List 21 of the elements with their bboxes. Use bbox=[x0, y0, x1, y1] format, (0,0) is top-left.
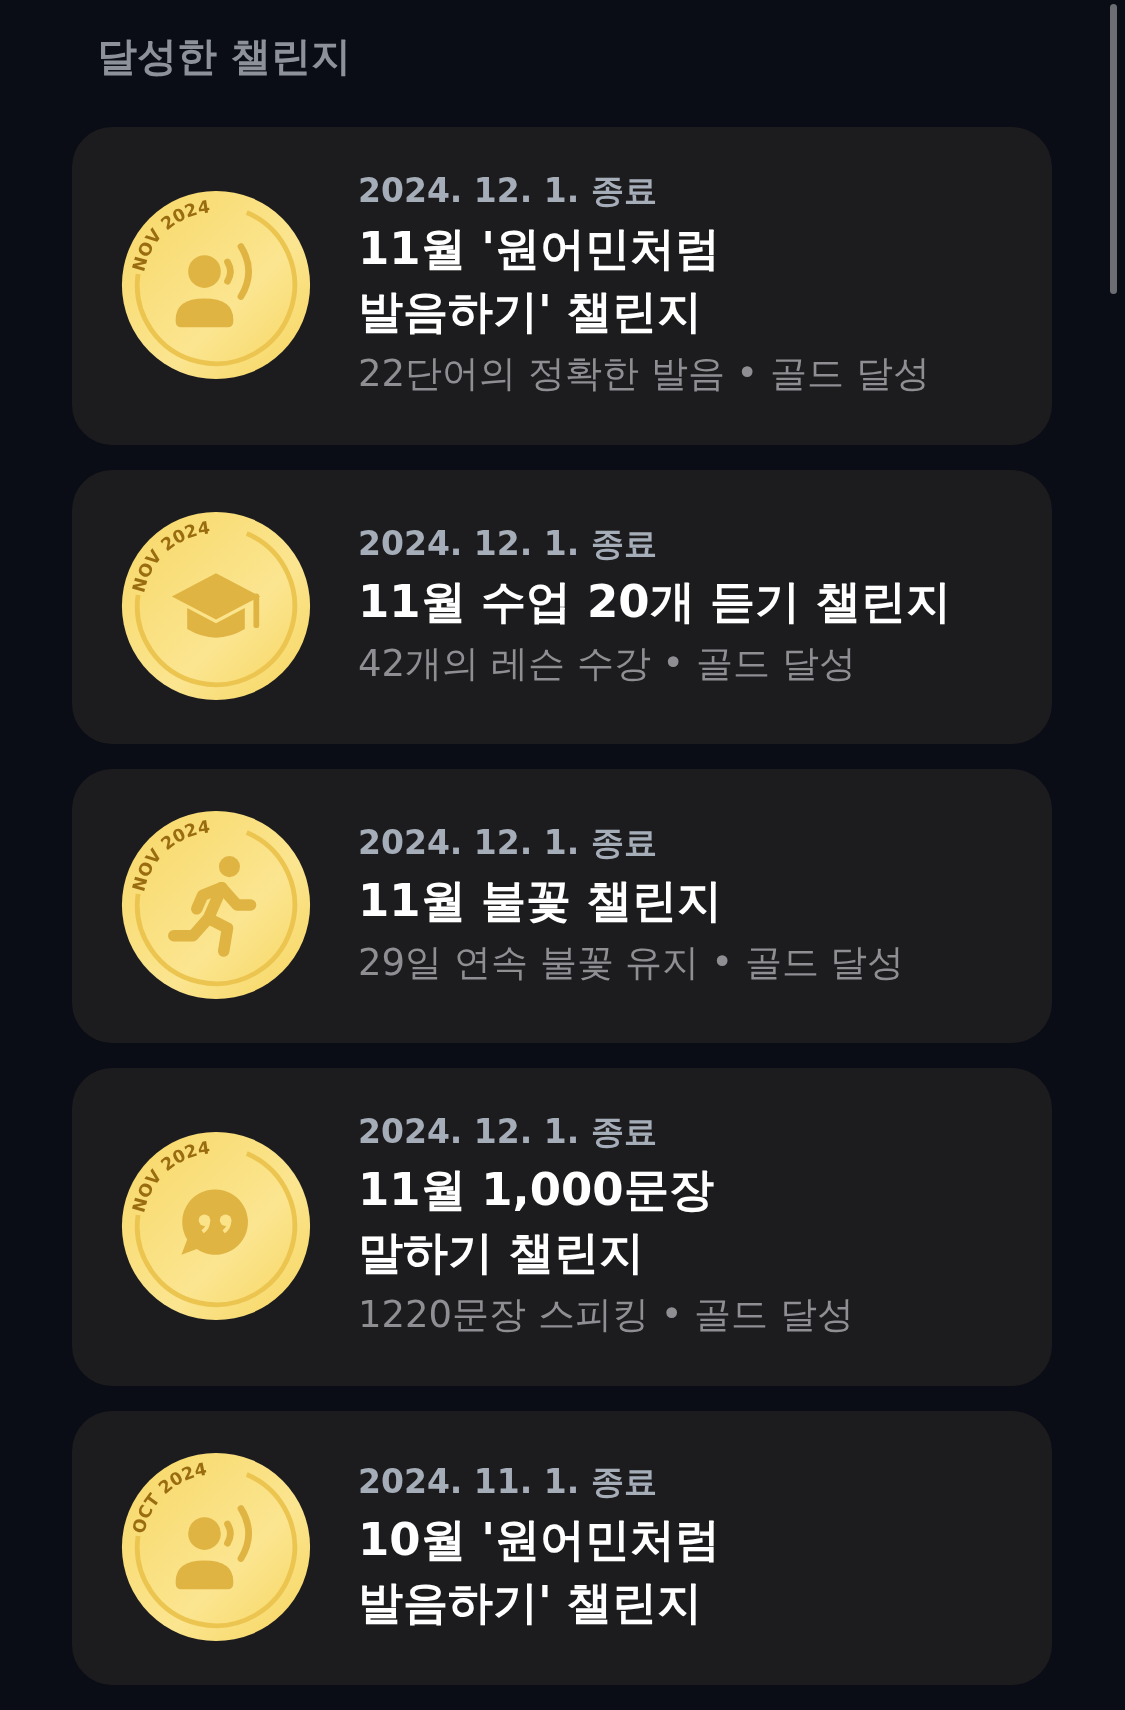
person-speaking-icon bbox=[175, 243, 252, 328]
challenge-summary: 1220문장 스피킹 • 골드 달성 bbox=[358, 1292, 856, 1338]
end-date: 2024. 12. 1. 종료 bbox=[358, 522, 658, 565]
challenge-title: 11월 수업 20개 듣기 챌린지 bbox=[358, 573, 952, 630]
person-speaking-icon bbox=[175, 1505, 252, 1590]
running-person-icon bbox=[168, 856, 257, 957]
end-date: 2024. 12. 1. 종료 bbox=[358, 821, 658, 864]
challenge-summary: 42개의 레슨 수강 • 골드 달성 bbox=[358, 640, 857, 687]
challenge-summary: 22단어의 정확한 발음 • 골드 달성 bbox=[358, 351, 931, 397]
scrollbar[interactable] bbox=[1110, 4, 1117, 294]
graduation-cap-icon bbox=[171, 573, 261, 638]
challenge-title: 10월 '원어민처럼 발음하기' 챌린지 bbox=[358, 1512, 722, 1631]
challenge-title: 11월 1,000문장 말하기 챌린지 bbox=[358, 1162, 715, 1281]
speech-bubble-icon bbox=[181, 1189, 248, 1255]
end-date: 2024. 11. 1. 종료 bbox=[358, 1461, 658, 1503]
challenge-summary: 29일 연속 불꽃 유지 • 골드 달성 bbox=[358, 939, 906, 986]
end-date: 2024. 12. 1. 종료 bbox=[358, 1111, 658, 1153]
section-title: 달성한 챌린지 bbox=[97, 32, 352, 81]
challenge-title: 11월 불꽃 챌린지 bbox=[358, 872, 723, 929]
end-date: 2024. 12. 1. 종료 bbox=[358, 170, 658, 212]
challenge-title: 11월 '원어민처럼 발음하기' 챌린지 bbox=[358, 221, 722, 340]
